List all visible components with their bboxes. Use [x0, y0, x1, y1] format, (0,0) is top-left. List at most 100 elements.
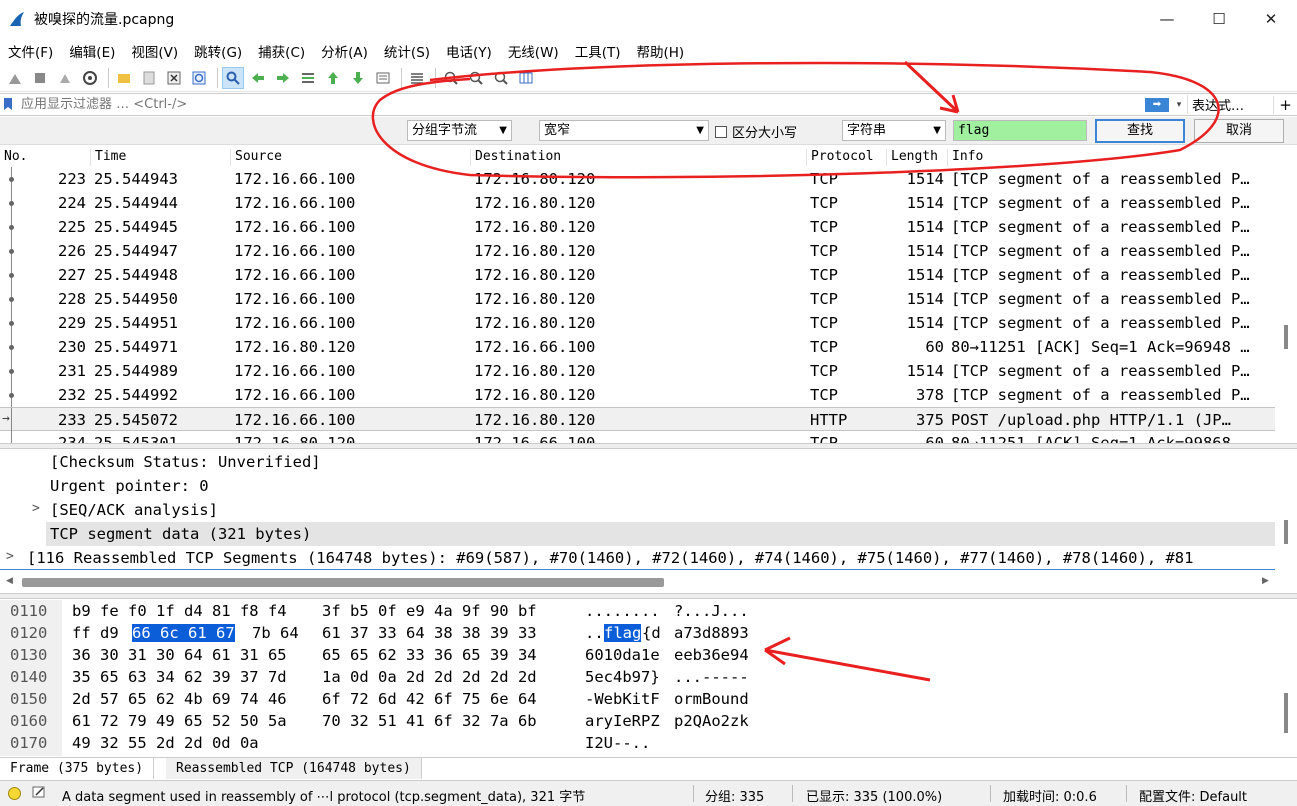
- stop-capture-icon[interactable]: [29, 67, 51, 89]
- table-row[interactable]: 234 25.545301 172.16.80.120 172.16.66.100 TC…: [0, 431, 1275, 443]
- table-row[interactable]: 229 25.544951 172.16.66.100 172.16.80.120 TC…: [0, 311, 1275, 335]
- menu-statistics[interactable]: 统计(S): [376, 41, 438, 61]
- zoom-in-icon[interactable]: [440, 67, 462, 89]
- go-back-icon[interactable]: [247, 67, 269, 89]
- last-packet-icon[interactable]: [347, 67, 369, 89]
- bytes-scroll-thumb[interactable]: [1284, 693, 1288, 733]
- details-hscrollbar[interactable]: ◀ ▶: [0, 573, 1275, 591]
- conversation-dot-icon: [9, 345, 14, 350]
- col-header-time[interactable]: Time: [90, 149, 126, 166]
- menu-view[interactable]: 视图(V): [123, 41, 186, 61]
- col-header-protocol[interactable]: Protocol: [806, 149, 874, 166]
- go-forward-icon[interactable]: [272, 67, 294, 89]
- table-row[interactable]: 228 25.544950 172.16.66.100 172.16.80.120 TC…: [0, 287, 1275, 311]
- tab-reassembled-tcp[interactable]: Reassembled TCP (164748 bytes): [166, 758, 422, 779]
- zoom-out-icon[interactable]: [465, 67, 487, 89]
- expand-chevron-icon[interactable]: >: [6, 549, 14, 564]
- menu-help[interactable]: 帮助(H): [628, 41, 692, 61]
- capture-options-icon[interactable]: [79, 67, 101, 89]
- restart-capture-icon[interactable]: [54, 67, 76, 89]
- find-input[interactable]: flag: [953, 120, 1087, 141]
- close-button[interactable]: ✕: [1245, 0, 1297, 38]
- open-file-icon[interactable]: [113, 67, 135, 89]
- expression-button[interactable]: 表达式…: [1187, 95, 1273, 114]
- details-hscroll-thumb[interactable]: [22, 578, 664, 587]
- cell-destination: 172.16.80.120: [474, 290, 596, 308]
- start-capture-icon[interactable]: [4, 67, 26, 89]
- table-row[interactable]: 226 25.544947 172.16.66.100 172.16.80.120 TC…: [0, 239, 1275, 263]
- menu-wireless[interactable]: 无线(W): [500, 41, 567, 61]
- expert-info-icon[interactable]: [8, 787, 21, 800]
- packet-list-scrollbar[interactable]: [1276, 146, 1297, 443]
- packet-list-scroll-thumb[interactable]: [1284, 325, 1288, 349]
- reload-icon[interactable]: [188, 67, 210, 89]
- detail-row[interactable]: Urgent pointer: 0: [0, 474, 1275, 498]
- go-to-packet-icon[interactable]: [297, 67, 319, 89]
- table-row[interactable]: 224 25.544944 172.16.66.100 172.16.80.120 TC…: [0, 191, 1275, 215]
- hex-row[interactable]: 0150 2d 57 65 62 4b 69 74 46 6f 72 6d 42…: [0, 688, 1275, 710]
- detail-row[interactable]: > [SEQ/ACK analysis]: [0, 498, 1275, 522]
- table-row[interactable]: 232 25.544992 172.16.66.100 172.16.80.120 TC…: [0, 383, 1275, 407]
- status-load-time: 加载时间: 0:0.6: [1003, 790, 1097, 805]
- table-row[interactable]: 230 25.544971 172.16.80.120 172.16.66.100 TC…: [0, 335, 1275, 359]
- pane-splitter[interactable]: [0, 443, 1297, 449]
- status-profile[interactable]: 配置文件: Default: [1139, 786, 1247, 805]
- close-file-icon[interactable]: [163, 67, 185, 89]
- col-header-destination[interactable]: Destination: [470, 149, 561, 166]
- hex-row[interactable]: 0140 35 65 63 34 62 39 37 7d 1a 0d 0a 2d…: [0, 666, 1275, 688]
- normal-size-icon[interactable]: [490, 67, 512, 89]
- detail-row-selected[interactable]: TCP segment data (321 bytes): [0, 522, 1275, 546]
- apply-filter-arrow-icon[interactable]: ➡: [1145, 97, 1169, 112]
- hex-row[interactable]: 0170 49 32 55 2d 2d 0d 0a I2U--..: [0, 732, 1275, 754]
- table-row[interactable]: 225 25.544945 172.16.66.100 172.16.80.120 TC…: [0, 215, 1275, 239]
- menu-telephony[interactable]: 电话(Y): [438, 41, 500, 61]
- table-row[interactable]: 227 25.544948 172.16.66.100 172.16.80.120 TC…: [0, 263, 1275, 287]
- hex-row[interactable]: 0130 36 30 31 30 64 61 31 65 65 65 62 33…: [0, 644, 1275, 666]
- menu-tools[interactable]: 工具(T): [567, 41, 629, 61]
- col-header-source[interactable]: Source: [230, 149, 282, 166]
- details-scroll-thumb[interactable]: [1284, 520, 1288, 544]
- menu-file[interactable]: 文件(F): [0, 41, 61, 61]
- menu-analyze[interactable]: 分析(A): [313, 41, 376, 61]
- find-packet-icon[interactable]: [222, 66, 244, 89]
- detail-row[interactable]: [Checksum Status: Unverified]: [0, 450, 1275, 474]
- minimize-button[interactable]: —: [1141, 0, 1193, 38]
- pane-splitter[interactable]: [0, 593, 1297, 599]
- col-header-info[interactable]: Info: [947, 149, 983, 166]
- resize-columns-icon[interactable]: [515, 67, 537, 89]
- checkbox-box[interactable]: [715, 125, 727, 138]
- menu-edit[interactable]: 编辑(E): [61, 41, 123, 61]
- table-row[interactable]: 231 25.544989 172.16.66.100 172.16.80.120 TC…: [0, 359, 1275, 383]
- col-header-no[interactable]: No.: [0, 149, 27, 166]
- maximize-button[interactable]: ☐: [1193, 0, 1245, 38]
- first-packet-icon[interactable]: [322, 67, 344, 89]
- detail-row[interactable]: > [116 Reassembled TCP Segments (164748 b…: [0, 546, 1275, 570]
- save-file-icon[interactable]: [138, 67, 160, 89]
- colorize-icon[interactable]: [406, 67, 428, 89]
- charset-select[interactable]: 宽窄 ▼: [539, 120, 709, 141]
- table-row[interactable]: 223 25.544943 172.16.66.100 172.16.80.120 TC…: [0, 167, 1275, 191]
- cancel-button[interactable]: 取消: [1194, 119, 1284, 143]
- menu-go[interactable]: 跳转(G): [186, 41, 250, 61]
- expand-chevron-icon[interactable]: >: [32, 501, 40, 516]
- filter-history-chevron-icon[interactable]: ▾: [1171, 100, 1187, 110]
- hex-row[interactable]: 0120 ff d9 66 6c 61 67 7b 64 61 37 33 64…: [0, 622, 1275, 644]
- edit-comment-icon[interactable]: [32, 785, 46, 803]
- autoscroll-icon[interactable]: [372, 67, 394, 89]
- hex-row[interactable]: 0160 61 72 79 49 65 52 50 5a 70 32 51 41…: [0, 710, 1275, 732]
- search-in-select[interactable]: 分组字节流 ▼: [407, 120, 512, 141]
- search-type-select[interactable]: 字符串 ▼: [842, 120, 946, 141]
- scroll-left-icon[interactable]: ◀: [6, 576, 13, 586]
- bookmark-icon[interactable]: [3, 97, 17, 113]
- col-header-length[interactable]: Length: [886, 149, 938, 166]
- tab-frame[interactable]: Frame (375 bytes): [0, 758, 155, 779]
- scroll-right-icon[interactable]: ▶: [1262, 576, 1269, 586]
- hex-row[interactable]: 0110 b9 fe f0 1f d4 81 f8 f4 3f b5 0f e9…: [0, 600, 1275, 622]
- display-filter-input[interactable]: [17, 94, 1145, 115]
- add-filter-button[interactable]: +: [1273, 95, 1297, 114]
- menu-capture[interactable]: 捕获(C): [250, 41, 313, 61]
- find-button[interactable]: 查找: [1095, 119, 1185, 143]
- table-row-selected[interactable]: → 233 25.545072 172.16.66.100 172.16.80.120 H…: [0, 407, 1275, 432]
- hex-bytes-2: 70 32 51 41 6f 32 7a 6b: [322, 712, 537, 730]
- case-sensitive-checkbox[interactable]: 区分大小写: [715, 122, 797, 141]
